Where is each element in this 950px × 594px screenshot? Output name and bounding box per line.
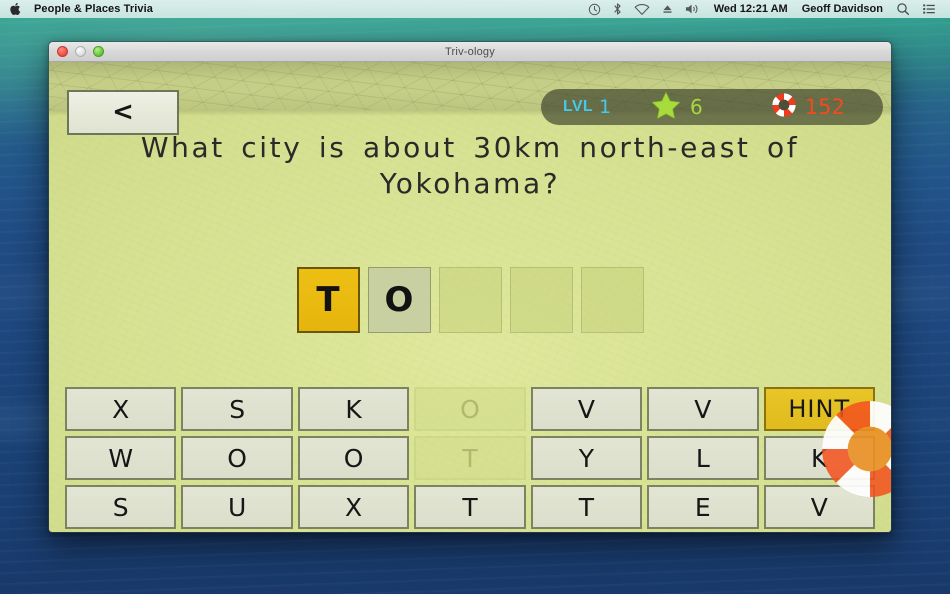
keyboard-row: X S K O V V HINT xyxy=(65,387,875,431)
window-title: Triv-ology xyxy=(445,45,495,58)
answer-slot[interactable]: O xyxy=(367,267,431,333)
letter-key-t[interactable]: T xyxy=(414,485,526,529)
answer-slot[interactable] xyxy=(580,267,644,333)
life-value: 152 xyxy=(804,95,845,119)
letter-key-s[interactable]: S xyxy=(181,387,293,431)
letter-key-t: T xyxy=(414,436,526,480)
answer-slot[interactable]: T xyxy=(296,267,360,333)
letter-key-k[interactable]: K xyxy=(763,436,875,480)
back-button[interactable]: < xyxy=(67,90,179,135)
game-board: < LVL 1 6 152 What city is about 30km no… xyxy=(49,62,891,532)
letter-key-v[interactable]: V xyxy=(530,387,643,431)
hint-button[interactable]: HINT xyxy=(763,387,875,431)
star-indicator: 6 xyxy=(651,91,703,124)
answer-slot[interactable] xyxy=(438,267,502,333)
eject-icon[interactable] xyxy=(662,0,673,18)
letter-key-s[interactable]: S xyxy=(65,485,177,529)
life-indicator: 152 xyxy=(771,92,845,122)
answer-slot[interactable] xyxy=(509,267,573,333)
letter-key-v[interactable]: V xyxy=(763,485,875,529)
clock-icon[interactable] xyxy=(588,0,601,18)
level-indicator: LVL 1 xyxy=(563,96,611,118)
back-chevron-icon: < xyxy=(112,96,134,127)
menu-bar-datetime[interactable]: Wed 12:21 AM xyxy=(714,3,788,15)
notification-list-icon[interactable] xyxy=(922,0,936,18)
search-icon[interactable] xyxy=(896,0,910,18)
desktop: People & Places Trivia Wed 12:21 AM Geof… xyxy=(0,0,950,594)
letter-keyboard: X S K O V V HINT W O O T Y L K S U X T T E V xyxy=(65,387,875,529)
app-window: Triv-ology < LVL 1 6 152 What city is ab… xyxy=(48,41,892,533)
letter-key-w[interactable]: W xyxy=(65,436,177,480)
menu-bar: People & Places Trivia Wed 12:21 AM Geof… xyxy=(0,0,950,18)
letter-key-o: O xyxy=(414,387,526,431)
keyboard-row: SUXTTEV xyxy=(65,485,875,529)
lifebuoy-icon xyxy=(771,92,797,122)
bluetooth-icon[interactable] xyxy=(613,0,622,18)
volume-icon[interactable] xyxy=(685,0,701,18)
menu-bar-username[interactable]: Geoff Davidson xyxy=(802,3,883,15)
status-hud: LVL 1 6 152 xyxy=(541,89,883,125)
letter-key-t[interactable]: T xyxy=(530,485,643,529)
letter-key-o[interactable]: O xyxy=(297,436,410,480)
wifi-icon[interactable] xyxy=(634,0,650,18)
letter-key-x[interactable]: X xyxy=(65,387,177,431)
menu-bar-app-name[interactable]: People & Places Trivia xyxy=(34,3,153,15)
apple-logo-icon[interactable] xyxy=(10,2,22,16)
letter-key-y[interactable]: Y xyxy=(530,436,643,480)
star-icon xyxy=(651,91,681,124)
letter-key-v[interactable]: V xyxy=(647,387,759,431)
letter-key-e[interactable]: E xyxy=(647,485,759,529)
letter-key-o[interactable]: O xyxy=(181,436,293,480)
answer-slots: TO xyxy=(49,267,891,333)
level-label: LVL xyxy=(563,98,593,115)
level-value: 1 xyxy=(598,96,612,118)
letter-key-u[interactable]: U xyxy=(181,485,293,529)
star-value: 6 xyxy=(690,95,703,119)
window-title-bar[interactable]: Triv-ology xyxy=(49,42,891,62)
letter-key-x[interactable]: X xyxy=(297,485,410,529)
question-text: What city is about 30km north-east of Yo… xyxy=(140,131,800,201)
keyboard-row: WOOTYLK xyxy=(65,436,875,480)
letter-key-k[interactable]: K xyxy=(297,387,410,431)
letter-key-l[interactable]: L xyxy=(647,436,759,480)
